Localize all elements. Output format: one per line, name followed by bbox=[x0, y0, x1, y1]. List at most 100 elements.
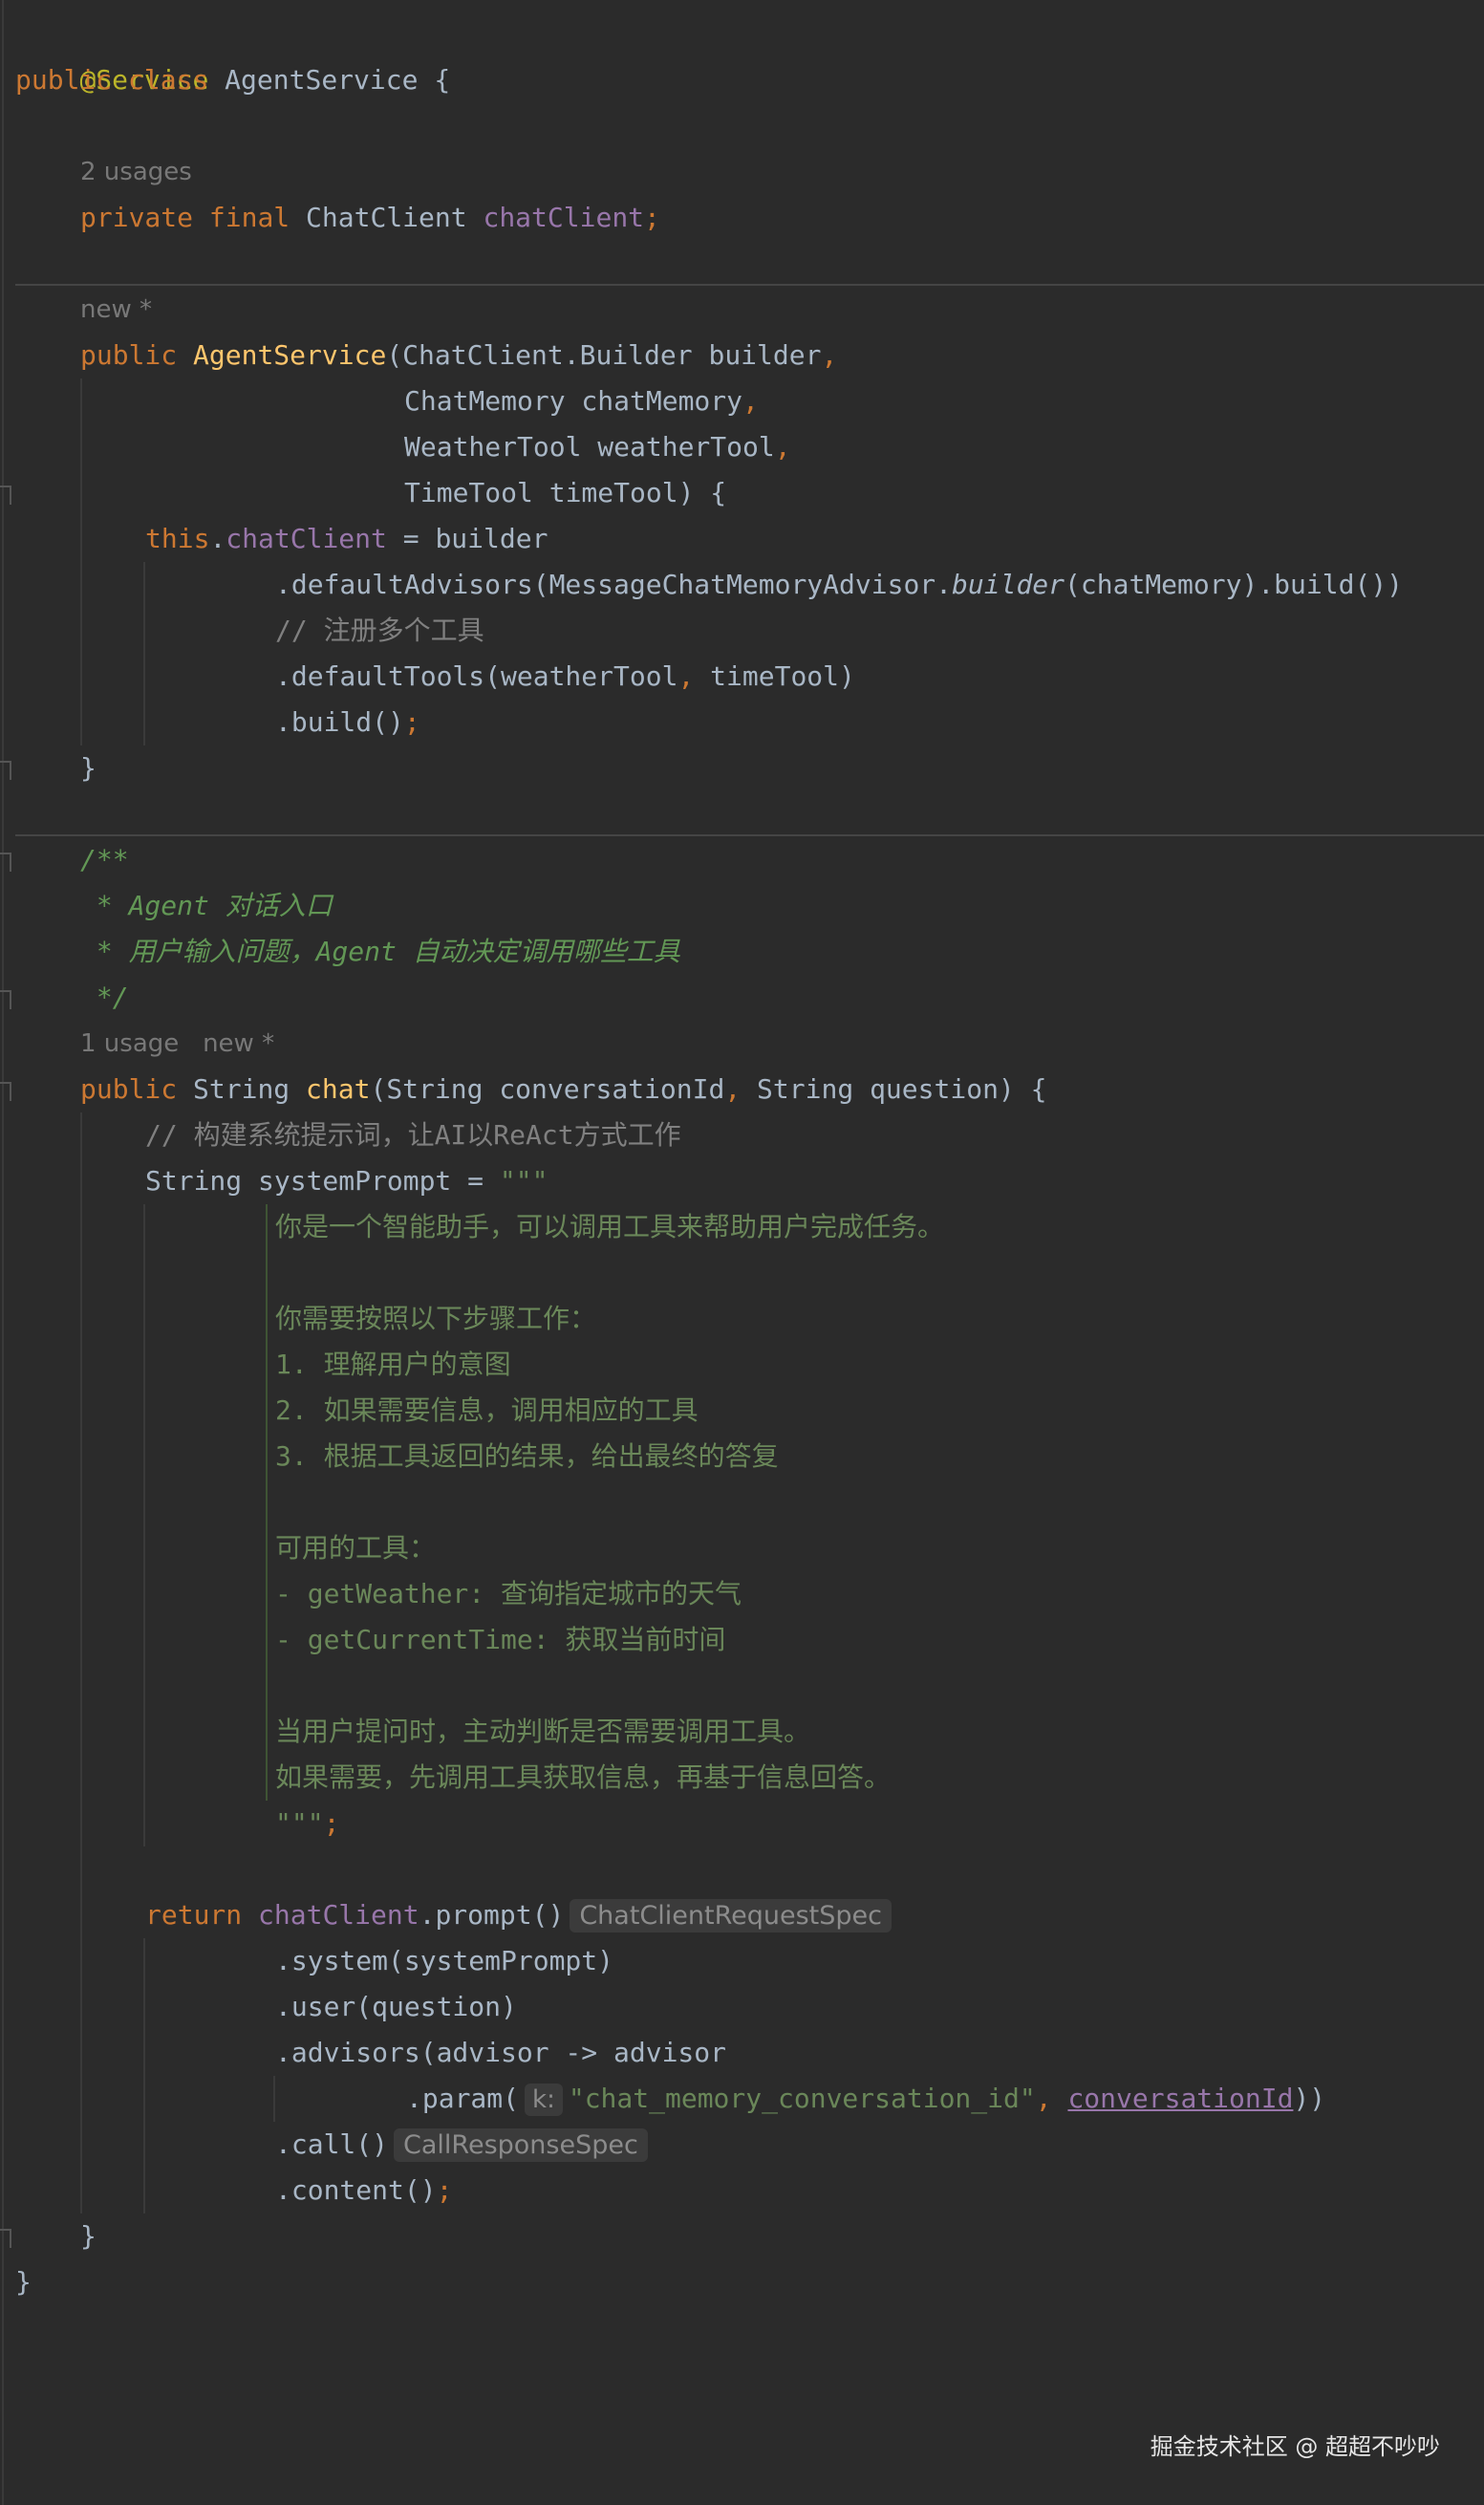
keyword-public: public bbox=[15, 64, 113, 96]
text-block-open: """ bbox=[499, 1165, 548, 1197]
default-tools-call: .defaultTools(weatherTool bbox=[275, 660, 678, 692]
usages-hint[interactable]: 2 usages bbox=[80, 149, 192, 195]
prompt-line-10: 如果需要，先调用工具获取信息，再基于信息回答。 bbox=[275, 1761, 892, 1793]
comment-register-tools: // 注册多个工具 bbox=[275, 615, 484, 646]
code-line-annotation: @Service bbox=[15, 11, 208, 96]
code-editor[interactable]: @Service public class AgentService { 2 u… bbox=[0, 0, 1484, 2505]
param-name-hint: k: bbox=[525, 2084, 563, 2116]
code-line-call: .call() CallResponseSpec bbox=[275, 2122, 648, 2168]
prompt-line-4: 2. 如果需要信息，调用相应的工具 bbox=[275, 1394, 699, 1426]
usage-count-hint[interactable]: 1 usage bbox=[80, 1029, 179, 1058]
fold-marker-icon[interactable] bbox=[0, 761, 11, 780]
prompt-line-9: 当用户提问时，主动判断是否需要调用工具。 bbox=[275, 1716, 811, 1747]
field-chatclient[interactable]: chatClient bbox=[483, 202, 644, 233]
keyword-private: private bbox=[80, 202, 194, 233]
chat-param-question: String question) { bbox=[741, 1073, 1047, 1105]
fold-marker-icon[interactable] bbox=[0, 2229, 11, 2248]
keyword-class: class bbox=[128, 64, 209, 96]
code-line-field-decl: private final ChatClient chatClient; bbox=[80, 195, 660, 241]
default-advisors-call: .defaultAdvisors(MessageChatMemoryAdviso… bbox=[275, 569, 953, 600]
text-block-guide bbox=[266, 1204, 268, 1801]
code-line-content: .content(); bbox=[275, 2168, 452, 2213]
ctor-param-weather: WeatherTool weatherTool bbox=[404, 431, 775, 463]
dot: . bbox=[209, 523, 226, 554]
comma: , bbox=[724, 1073, 742, 1105]
param-call: .param( bbox=[406, 2083, 520, 2114]
advisors-call: .advisors(advisor -> advisor bbox=[275, 2037, 727, 2068]
constructor-name[interactable]: AgentService bbox=[193, 339, 386, 371]
keyword-return: return bbox=[145, 1899, 243, 1931]
fold-marker-icon[interactable] bbox=[0, 1082, 11, 1101]
code-line-ctor-param-time: TimeTool timeTool) { bbox=[404, 470, 726, 516]
build-call: .build() bbox=[275, 706, 404, 738]
keyword-this: this bbox=[145, 523, 210, 554]
conversation-id-link[interactable]: conversationId bbox=[1067, 2083, 1293, 2114]
system-call: .system(systemPrompt) bbox=[275, 1945, 614, 1976]
code-line-ctor-param-weather: WeatherTool weatherTool, bbox=[404, 424, 791, 470]
keyword-public: public bbox=[80, 1073, 178, 1105]
class-name[interactable]: AgentService bbox=[225, 64, 418, 96]
semicolon: ; bbox=[436, 2174, 453, 2206]
code-line-text-block-close: """; bbox=[275, 1801, 339, 1846]
comment-build-prompt: // 构建系统提示词，让AI以ReAct方式工作 bbox=[145, 1119, 681, 1151]
code-line-param: .param(k: "chat_memory_conversation_id", … bbox=[406, 2076, 1325, 2122]
call-call: .call() bbox=[275, 2128, 389, 2160]
field-chatclient-ref[interactable]: chatClient bbox=[226, 523, 387, 554]
keyword-final: final bbox=[208, 202, 290, 233]
usage-hint-line: 1 usage new * bbox=[80, 1021, 274, 1067]
default-tools-args: timeTool) bbox=[694, 660, 855, 692]
watermark: 掘金技术社区 @ 超超不吵吵 bbox=[1150, 2433, 1440, 2460]
prompt-call: .prompt() bbox=[419, 1899, 565, 1931]
prompt-line-6: 可用的工具： bbox=[275, 1532, 437, 1564]
type-chatclient: ChatClient bbox=[306, 202, 467, 233]
indent-guide bbox=[143, 1938, 145, 2213]
prompt-line-3: 1. 理解用户的意图 bbox=[275, 1349, 511, 1380]
param-key-string: "chat_memory_conversation_id" bbox=[568, 2083, 1036, 2114]
code-line-system-prompt: String systemPrompt = """ bbox=[145, 1158, 548, 1204]
text-block-close: """ bbox=[275, 1807, 324, 1839]
field-chatclient-ref[interactable]: chatClient bbox=[258, 1899, 419, 1931]
fold-marker-icon[interactable] bbox=[0, 486, 11, 505]
ctor-param-time: TimeTool timeTool) { bbox=[404, 477, 727, 508]
builder-static-call[interactable]: builder bbox=[952, 569, 1065, 600]
type-hint-response-spec: CallResponseSpec bbox=[394, 2128, 648, 2162]
content-call: .content() bbox=[275, 2174, 437, 2206]
doc-comment-close: */ bbox=[80, 982, 129, 1013]
prompt-line-2: 你需要按照以下步骤工作： bbox=[275, 1303, 597, 1334]
method-chat[interactable]: chat bbox=[306, 1073, 370, 1105]
indent-guide bbox=[80, 378, 82, 745]
indent-guide bbox=[143, 1204, 145, 1846]
code-line-return: return chatClient.prompt() ChatClientRequ… bbox=[145, 1892, 892, 1938]
comma: , bbox=[821, 339, 838, 371]
doc-comment-line1: * Agent 对话入口 bbox=[80, 890, 333, 921]
method-separator bbox=[15, 284, 1484, 286]
keyword-public: public bbox=[80, 339, 178, 371]
code-line-default-advisors: .defaultAdvisors(MessageChatMemoryAdviso… bbox=[275, 562, 1403, 608]
comma: , bbox=[1035, 2083, 1052, 2114]
fold-marker-icon[interactable] bbox=[0, 853, 11, 872]
gutter-line bbox=[2, 0, 4, 2505]
comma: , bbox=[677, 660, 695, 692]
code-line-ctor-decl: public AgentService(ChatClient.Builder b… bbox=[80, 333, 837, 378]
prompt-line-5: 3. 根据工具返回的结果，给出最终的答复 bbox=[275, 1440, 779, 1472]
system-prompt-decl: String systemPrompt = bbox=[145, 1165, 500, 1197]
fold-marker-icon[interactable] bbox=[0, 990, 11, 1009]
brace-open: { bbox=[434, 64, 451, 96]
semicolon: ; bbox=[323, 1807, 340, 1839]
default-advisors-args: (chatMemory).build()) bbox=[1065, 569, 1404, 600]
new-marker-hint[interactable]: new * bbox=[80, 287, 152, 333]
brace-close-method: } bbox=[80, 2220, 97, 2252]
prompt-line-7: - getWeather: 查询指定城市的天气 bbox=[275, 1578, 742, 1609]
new-marker-hint[interactable]: new * bbox=[203, 1029, 274, 1058]
indent-guide bbox=[273, 2076, 275, 2122]
prompt-line-8: - getCurrentTime: 获取当前时间 bbox=[275, 1624, 726, 1655]
semicolon: ; bbox=[403, 706, 420, 738]
ctor-param-memory: ChatMemory chatMemory bbox=[404, 385, 743, 417]
doc-comment-open: /** bbox=[80, 844, 129, 875]
brace-close-class: } bbox=[15, 2266, 32, 2298]
semicolon: ; bbox=[644, 202, 660, 233]
prompt-line-1: 你是一个智能助手，可以调用工具来帮助用户完成任务。 bbox=[275, 1211, 945, 1242]
indent-guide bbox=[80, 1112, 82, 2213]
user-call: .user(question) bbox=[275, 1991, 517, 2022]
brace-close-ctor: } bbox=[80, 752, 97, 784]
